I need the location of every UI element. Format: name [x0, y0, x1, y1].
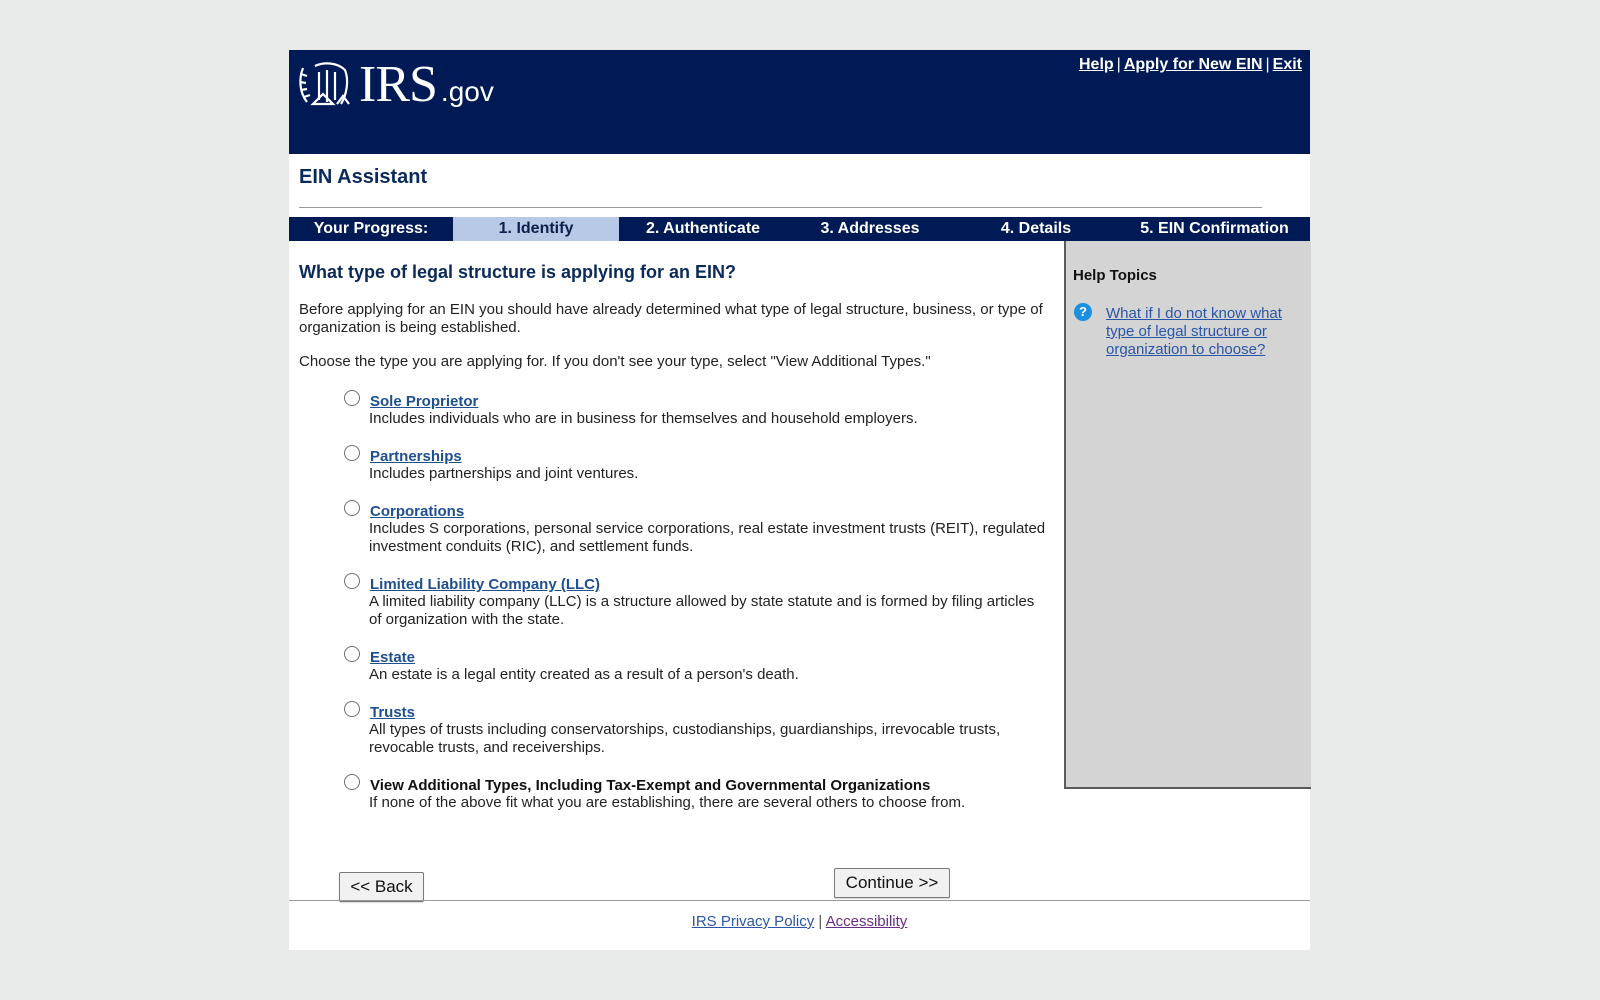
trusts-link[interactable]: Trusts — [370, 704, 415, 721]
page: IRS .gov Help | Apply for New EIN | Exit EIN… — [289, 50, 1311, 950]
logo-irs-text: IRS — [359, 56, 438, 113]
irs-eagle-emblem-icon — [299, 62, 350, 106]
title-divider — [299, 207, 1262, 208]
app-title: EIN Assistant — [299, 166, 428, 188]
radio-llc[interactable] — [344, 573, 360, 589]
help-sidebar: Help Topics ? What if I do not know what… — [1064, 241, 1311, 789]
radio-sole-proprietor[interactable] — [344, 390, 360, 406]
sole-proprietor-link[interactable]: Sole Proprietor — [370, 393, 478, 410]
option-description: All types of trusts including conservato… — [369, 721, 1001, 756]
privacy-policy-link[interactable]: IRS Privacy Policy — [692, 913, 815, 930]
progress-step-addresses: 3. Addresses — [820, 220, 920, 237]
view-additional-types-label: View Additional Types, Including Tax-Exe… — [370, 777, 931, 794]
footer-divider — [289, 900, 1310, 901]
option-description: Includes S corporations, personal servic… — [369, 520, 1046, 555]
radio-estate[interactable] — [344, 646, 360, 662]
option-description: Includes partnerships and joint ventures… — [369, 465, 639, 482]
radio-trusts[interactable] — [344, 701, 360, 717]
corporations-link[interactable]: Corporations — [370, 503, 464, 520]
estate-link[interactable]: Estate — [370, 649, 415, 666]
partnerships-link[interactable]: Partnerships — [370, 448, 462, 465]
help-topics-title: Help Topics — [1073, 267, 1157, 284]
logo-gov-text: .gov — [440, 76, 494, 107]
progress-label: Your Progress: — [313, 220, 429, 237]
progress-step-ein-confirmation: 5. EIN Confirmation — [1140, 220, 1289, 237]
exit-link[interactable]: Exit — [1273, 56, 1302, 73]
option-description: An estate is a legal entity created as a… — [369, 666, 799, 683]
irs-logo: IRS .gov — [297, 56, 494, 113]
progress-step-details: 4. Details — [1000, 220, 1072, 237]
separator: | — [1265, 56, 1270, 73]
header-links: Help | Apply for New EIN | Exit — [1079, 56, 1302, 74]
progress-step-identify: 1. Identify — [453, 217, 619, 241]
help-link[interactable]: Help — [1079, 56, 1114, 73]
progress-step-authenticate: 2. Authenticate — [645, 220, 761, 237]
radio-view-additional-types[interactable] — [344, 774, 360, 790]
separator: | — [1116, 56, 1121, 73]
option-description: If none of the above fit what you are es… — [369, 794, 966, 811]
instruction-text: Choose the type you are applying for. If… — [299, 353, 931, 370]
llc-link[interactable]: Limited Liability Company (LLC) — [370, 576, 600, 593]
radio-corporations[interactable] — [344, 500, 360, 516]
page-question: What type of legal structure is applying… — [299, 262, 737, 282]
intro-text: Before applying for an EIN you should ha… — [299, 301, 1043, 336]
footer-links: IRS Privacy Policy | Accessibility — [289, 913, 1310, 930]
apply-new-ein-link[interactable]: Apply for New EIN — [1124, 56, 1263, 73]
option-description: A limited liability company (LLC) is a s… — [369, 593, 1035, 628]
help-topic-link[interactable]: What if I do not know what type of legal… — [1106, 305, 1306, 359]
question-circle-icon: ? — [1074, 303, 1092, 321]
header-banner: IRS .gov Help | Apply for New EIN | Exit — [289, 50, 1310, 154]
back-button[interactable]: << Back — [339, 872, 424, 902]
separator: | — [818, 913, 823, 930]
radio-partnerships[interactable] — [344, 445, 360, 461]
progress-bar: Your Progress: 1. Identify 2. Authentica… — [289, 217, 1310, 241]
accessibility-link[interactable]: Accessibility — [826, 913, 908, 930]
continue-button[interactable]: Continue >> — [834, 868, 950, 898]
option-description: Includes individuals who are in business… — [369, 410, 918, 427]
